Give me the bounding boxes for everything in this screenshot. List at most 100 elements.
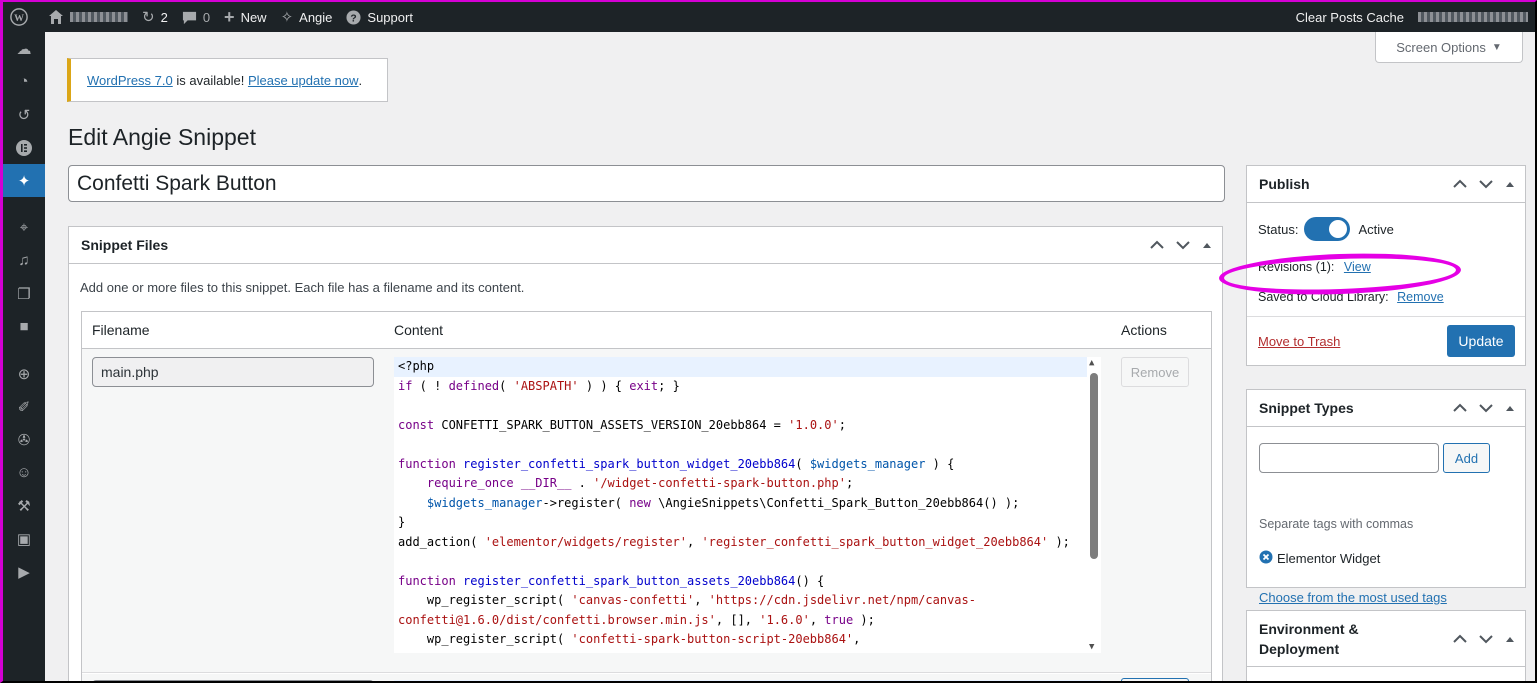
scroll-up-arrow-icon[interactable]: ▲	[1089, 358, 1094, 368]
appearance-brush-icon[interactable]: ✐	[3, 390, 45, 423]
view-revisions-link[interactable]: View	[1344, 260, 1371, 274]
filename-column-header: Filename	[92, 322, 150, 338]
tools-wrench-icon[interactable]: ⚒	[3, 489, 45, 522]
actions-column-header: Actions	[1121, 322, 1167, 338]
publish-heading: Publish	[1259, 176, 1310, 192]
app-window: W ↻ 2 0 + New ✧ Angie ? Support Clear Po…	[0, 0, 1537, 683]
wordpress-logo-item[interactable]: W	[3, 2, 41, 32]
most-used-tags-link[interactable]: Choose from the most used tags	[1259, 590, 1447, 605]
new-content-item[interactable]: + New	[217, 2, 274, 32]
remove-tag-icon[interactable]	[1259, 550, 1273, 567]
tag-input[interactable]	[1259, 443, 1439, 473]
screen-options-button[interactable]: Screen Options ▼	[1375, 32, 1523, 63]
updates-count: 2	[160, 9, 168, 25]
move-up-icon[interactable]	[1453, 403, 1467, 413]
snippet-files-heading: Snippet Files	[81, 237, 169, 253]
status-toggle[interactable]	[1304, 217, 1351, 241]
media-icon[interactable]: ♫	[3, 244, 45, 277]
user-account-item[interactable]	[1411, 2, 1535, 32]
comments-item[interactable]: 0	[175, 2, 217, 32]
new-label: New	[240, 9, 267, 25]
update-notice: WordPress 7.0 is available! Please updat…	[67, 58, 388, 102]
update-button[interactable]: Update	[1447, 325, 1515, 357]
angie-label: Angie	[299, 9, 333, 25]
notice-period: .	[358, 72, 363, 88]
move-up-icon[interactable]	[1150, 240, 1164, 250]
code-editor[interactable]: <?php if ( ! defined( 'ABSPATH' ) ) { ex…	[394, 357, 1101, 653]
scroll-down-arrow-icon[interactable]: ▼	[1089, 642, 1094, 652]
filename-input[interactable]: main.php	[92, 357, 374, 387]
clear-cache-item[interactable]: Clear Posts Cache	[1289, 2, 1411, 32]
angie-spark-icon: ✧	[280, 9, 294, 26]
main-content: Screen Options ▼ WordPress 7.0 is availa…	[45, 32, 1535, 681]
status-row: Status: Active	[1258, 217, 1394, 241]
code-scrollbar[interactable]: ▲ ▼	[1087, 357, 1101, 653]
play-icon[interactable]: ▶	[3, 555, 45, 588]
wordpress-logo-icon: W	[10, 8, 28, 26]
files-table-header: Filename Content Actions	[82, 312, 1211, 349]
home-icon	[48, 9, 64, 25]
wordpress-version-link[interactable]: WordPress 7.0	[87, 73, 173, 88]
add-tag-button[interactable]: Add	[1443, 443, 1490, 473]
collapse-toggle-icon[interactable]	[1505, 404, 1515, 412]
pin-icon[interactable]: ⌖	[3, 211, 45, 244]
move-down-icon[interactable]	[1479, 179, 1493, 189]
clear-cache-label: Clear Posts Cache	[1295, 9, 1404, 25]
remove-file-button[interactable]: Remove	[1121, 357, 1189, 387]
users-icon[interactable]: ☺	[3, 456, 45, 489]
scrollbar-thumb[interactable]	[1090, 373, 1098, 559]
snippet-title-input[interactable]: Confetti Spark Button	[68, 165, 1225, 202]
move-to-trash-link[interactable]: Move to Trash	[1258, 334, 1340, 349]
site-name-item[interactable]	[41, 2, 135, 32]
angie-item[interactable]: ✧ Angie	[274, 2, 340, 32]
dashboard-icon[interactable]: ◔	[3, 65, 45, 98]
tag-label: Elementor Widget	[1277, 551, 1381, 566]
snippet-files-header: Snippet Files	[69, 227, 1222, 264]
move-down-icon[interactable]	[1479, 634, 1493, 644]
table-row: main.php <?php if ( ! defined( 'ABSPATH'…	[82, 349, 1211, 673]
collapse-toggle-icon[interactable]	[1505, 180, 1515, 188]
history-icon[interactable]: ↺	[3, 98, 45, 131]
environment-heading: Environment & Deployment	[1259, 620, 1359, 657]
revisions-row: Revisions (1): View	[1258, 260, 1371, 274]
move-down-icon[interactable]	[1479, 403, 1493, 413]
environment-header: Environment & Deployment	[1247, 611, 1525, 667]
svg-text:?: ?	[351, 13, 357, 24]
screen-options-label: Screen Options	[1396, 39, 1486, 55]
cloud-library-label: Saved to Cloud Library:	[1258, 290, 1389, 304]
support-label: Support	[367, 9, 413, 25]
refresh-icon: ↻	[142, 9, 155, 26]
remove-file-button-2[interactable]	[1121, 678, 1189, 681]
plus-icon: +	[224, 6, 235, 27]
cloud-icon[interactable]: ☁	[3, 32, 45, 65]
move-down-icon[interactable]	[1176, 240, 1190, 250]
plugins-icon[interactable]: ✇	[3, 423, 45, 456]
files-table: Filename Content Actions main.php <?php …	[81, 311, 1212, 681]
comments-count: 0	[202, 9, 211, 25]
site-name-redacted	[70, 12, 128, 22]
support-item[interactable]: ? Support	[339, 2, 420, 32]
svg-text:W: W	[14, 13, 24, 24]
angie-snippets-icon[interactable]: ✦	[3, 164, 45, 197]
comments-menu-icon[interactable]: ■	[3, 310, 45, 343]
pages-icon[interactable]: ❐	[3, 277, 45, 310]
comment-icon	[182, 10, 197, 25]
tag-item: Elementor Widget	[1259, 550, 1380, 567]
collapse-toggle-icon[interactable]	[1202, 241, 1212, 249]
update-now-link[interactable]: Please update now	[248, 73, 359, 88]
notice-text: is available!	[176, 72, 245, 88]
elementor-icon[interactable]	[3, 131, 45, 164]
collapse-toggle-icon[interactable]	[1505, 635, 1515, 643]
cloud-library-row: Saved to Cloud Library: Remove	[1258, 290, 1444, 304]
updates-item[interactable]: ↻ 2	[135, 2, 175, 32]
snippet-types-header: Snippet Types	[1247, 390, 1525, 427]
help-icon: ?	[346, 9, 361, 25]
tags-hint: Separate tags with commas	[1259, 517, 1414, 531]
settings-icon[interactable]: ▣	[3, 522, 45, 555]
cloud-remove-link[interactable]: Remove	[1397, 290, 1444, 304]
username-redacted	[1418, 12, 1528, 22]
move-up-icon[interactable]	[1453, 634, 1467, 644]
add-circle-icon[interactable]: ⊕	[3, 357, 45, 390]
move-up-icon[interactable]	[1453, 179, 1467, 189]
snippet-types-box: Snippet Types Add Separate tags with com…	[1246, 389, 1526, 605]
